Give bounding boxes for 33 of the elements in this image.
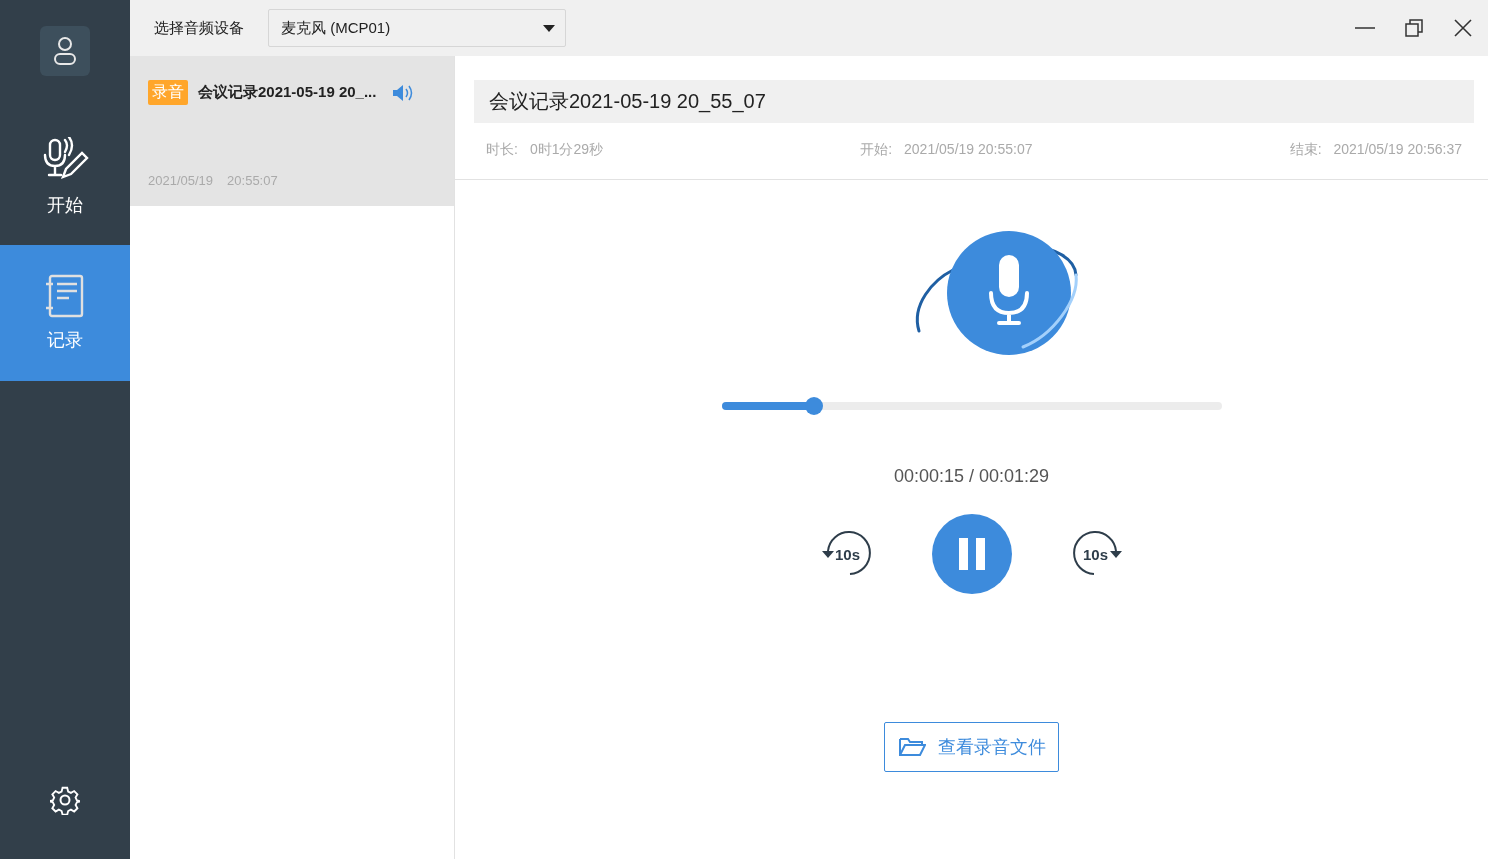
settings-button[interactable]: [50, 785, 80, 815]
meta-value: 0时1分29秒: [529, 141, 604, 159]
settings-icon: [50, 785, 80, 815]
user-icon: [53, 36, 77, 66]
recording-tag: 录音: [148, 80, 188, 105]
minimize-icon: [1355, 27, 1375, 29]
restore-icon: [1405, 19, 1423, 37]
slider-handle[interactable]: [804, 397, 823, 415]
device-label: 选择音频设备: [154, 18, 244, 38]
recording-title: 会议记录2021-05-19 20_...: [198, 83, 377, 102]
playback-time: 00:00:15 / 00:01:29: [893, 466, 1050, 487]
pause-icon: [958, 538, 985, 570]
recording-title-heading: 会议记录2021-05-19 20_55_07: [474, 80, 1474, 123]
close-icon: [1454, 19, 1472, 37]
meta-value: 2021/05/19 20:56:37: [1333, 141, 1462, 159]
forward-button[interactable]: 10s: [1067, 529, 1124, 579]
recording-item[interactable]: 录音 会议记录2021-05-19 20_... 2021/05/19 20:55:07: [130, 56, 454, 206]
progress-slider[interactable]: [721, 397, 1222, 415]
meta-label: 时长:: [486, 141, 518, 159]
rewind-button[interactable]: 10s: [819, 529, 876, 579]
meta-label: 开始:: [860, 141, 893, 159]
nav-item[interactable]: 记录: [0, 245, 130, 381]
notebook-icon: [45, 274, 85, 318]
recording-time: 20:55:07: [227, 173, 278, 188]
user-button[interactable]: [40, 26, 90, 76]
open-files-button[interactable]: 查看录音文件: [884, 722, 1059, 772]
meta-label: 结束:: [1289, 141, 1322, 159]
device-select[interactable]: 麦克风 (MCP01): [268, 9, 566, 47]
caret-icon: [543, 24, 555, 32]
recording-date: 2021/05/19: [148, 173, 214, 188]
folder-icon: [897, 737, 926, 757]
meta-value: 2021/05/19 20:55:07: [904, 141, 1033, 159]
nav-item[interactable]: 开始: [0, 109, 130, 245]
